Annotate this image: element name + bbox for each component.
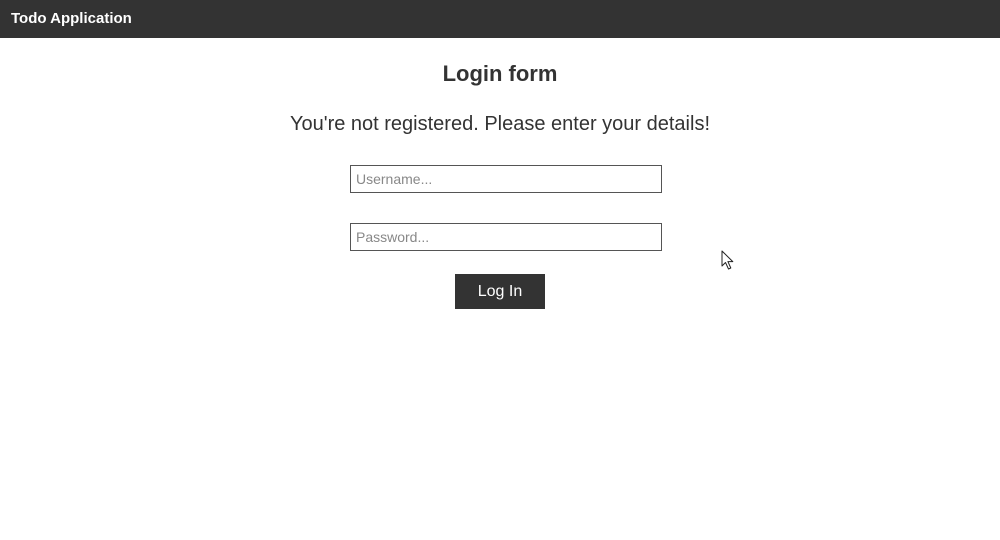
app-brand[interactable]: Todo Application xyxy=(11,10,132,28)
login-button[interactable]: Log In xyxy=(455,274,545,309)
password-input[interactable] xyxy=(350,223,662,251)
registration-message: You're not registered. Please enter your… xyxy=(290,113,710,135)
navbar: Todo Application xyxy=(0,0,1000,38)
page-title: Login form xyxy=(442,61,558,86)
username-input[interactable] xyxy=(350,165,662,193)
mouse-pointer-icon xyxy=(721,250,734,270)
